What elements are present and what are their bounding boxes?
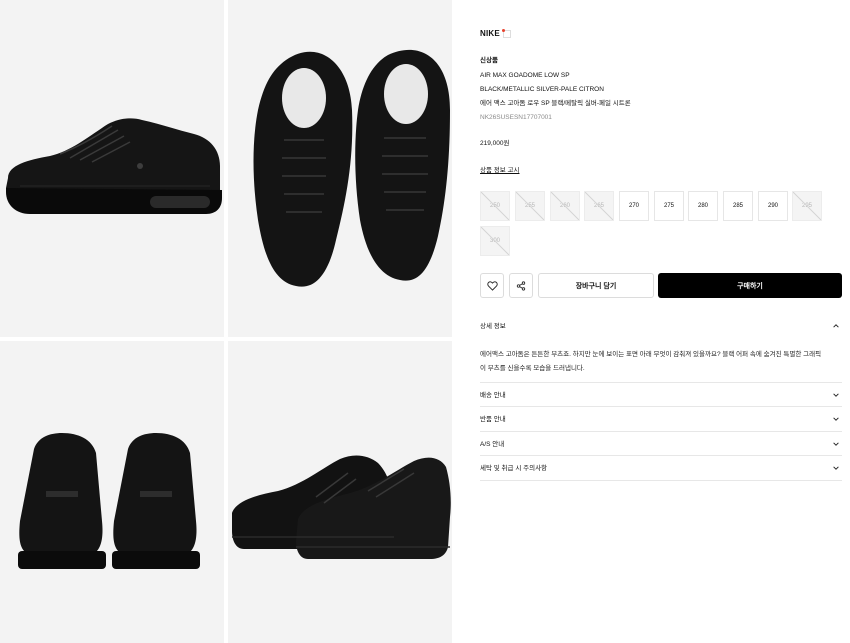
size-option-300[interactable]: 300 [480, 226, 510, 256]
product-gallery [0, 0, 452, 643]
size-option-275[interactable]: 275 [654, 191, 684, 221]
shoe-back-illustration [18, 433, 200, 569]
add-to-cart-button[interactable]: 장바구니 담기 [538, 273, 654, 298]
size-option-250[interactable]: 250 [480, 191, 510, 221]
size-option-290[interactable]: 290 [758, 191, 788, 221]
size-option-255[interactable]: 255 [515, 191, 545, 221]
product-model-name: AIR MAX GOADOME LOW SP [480, 72, 570, 79]
accordion-care[interactable]: 세탁 및 취급 시 주의사항 [480, 456, 842, 481]
chevron-up-icon [833, 324, 839, 328]
product-info-panel: NIKE 신상품 AIR MAX GOADOME LOW SP BLACK/ME… [480, 0, 842, 643]
chevron-down-icon [833, 417, 839, 421]
shoe-side-view-image[interactable] [0, 0, 224, 337]
product-price: 219,000원 [480, 140, 510, 147]
size-option-280[interactable]: 280 [688, 191, 718, 221]
accordion-returns-title: 반품 안내 [480, 416, 506, 423]
size-option-260[interactable]: 260 [550, 191, 580, 221]
accordion-detail-header[interactable]: 상세 정보 [480, 314, 842, 338]
shoe-side-illustration [6, 118, 222, 214]
accordion-returns[interactable]: 반품 안내 [480, 407, 842, 432]
size-option-285[interactable]: 285 [723, 191, 753, 221]
accordion-care-title: 세탁 및 취급 시 주의사항 [480, 465, 548, 472]
brand-name: NIKE [480, 29, 500, 38]
brand-badge-icon [501, 28, 511, 38]
brand-logo[interactable]: NIKE [480, 28, 511, 38]
shoe-back-view-image[interactable] [0, 341, 224, 643]
chevron-down-icon [833, 393, 839, 397]
product-colorway: BLACK/METALLIC SILVER-PALE CITRON [480, 86, 604, 93]
product-notice-link[interactable]: 상품 정보 고시 [480, 166, 520, 175]
accordion-detail-body: 에어맥스 고아돔은 튼튼한 부츠죠. 하지만 눈에 보이는 표면 아래 무엇이 … [480, 348, 840, 376]
product-code: NK26SUSESN17707001 [480, 114, 552, 121]
shoe-pair-angle-view-image[interactable] [228, 341, 452, 643]
product-korean-name: 에어 맥스 고아돔 로우 SP 블랙/메탈릭 실버-페일 시트론 [480, 100, 631, 107]
wishlist-button[interactable] [480, 273, 504, 298]
buy-now-button[interactable]: 구매하기 [658, 273, 842, 298]
accordion-detail-title: 상세 정보 [480, 323, 506, 330]
accordion-detail: 상세 정보 에어맥스 고아돔은 튼튼한 부츠죠. 하지만 눈에 보이는 표면 아… [480, 314, 842, 383]
accordion-shipping-title: 배송 안내 [480, 392, 506, 399]
detail-body-line-1: 에어맥스 고아돔은 튼튼한 부츠죠. 하지만 눈에 보이는 표면 아래 무엇이 … [480, 351, 822, 358]
chevron-down-icon [833, 466, 839, 470]
accordion-as[interactable]: A/S 안내 [480, 432, 842, 456]
shoe-top-view-image[interactable] [228, 0, 452, 337]
share-icon [516, 280, 526, 291]
size-option-265[interactable]: 265 [584, 191, 614, 221]
share-button[interactable] [509, 273, 533, 298]
detail-body-line-2: 이 부츠를 신을수록 모습을 드러냅니다. [480, 365, 585, 372]
heart-icon [486, 280, 498, 291]
shoe-pair-illustration [232, 455, 451, 559]
size-option-270[interactable]: 270 [619, 191, 649, 221]
size-option-295[interactable]: 295 [792, 191, 822, 221]
accordion-shipping[interactable]: 배송 안내 [480, 383, 842, 407]
accordion-as-title: A/S 안내 [480, 441, 505, 448]
new-product-badge: 신상품 [480, 57, 498, 64]
purchase-actions: 장바구니 담기 구매하기 [480, 273, 842, 298]
chevron-down-icon [833, 442, 839, 446]
shoe-top-illustration [253, 49, 450, 287]
